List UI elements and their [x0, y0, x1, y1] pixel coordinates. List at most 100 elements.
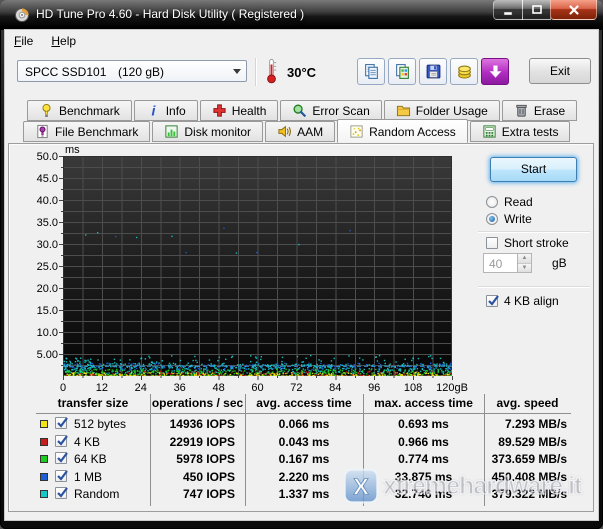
avg-speed-value: 89.529 MB/s [484, 435, 567, 449]
ops-value: 450 IOPS [150, 470, 235, 484]
tab-error-scan[interactable]: Error Scan [280, 100, 381, 121]
drive-capacity: (120 gB) [118, 65, 164, 79]
svg-text:24: 24 [135, 382, 147, 394]
copy-text-button[interactable] [357, 58, 385, 85]
read-option[interactable]: Read [486, 195, 533, 209]
app-window: HD Tune Pro 4.60 - Hard Disk Utility ( R… [0, 0, 603, 529]
max-access-value: 0.693 ms [363, 417, 484, 431]
options-button[interactable] [450, 58, 478, 85]
chevron-down-icon [233, 69, 241, 74]
title-bar[interactable]: HD Tune Pro 4.60 - Hard Disk Utility ( R… [0, 0, 603, 30]
tab-row-1: BenchmarkiInfo Health Error Scan Folder Usa… [27, 100, 577, 121]
avg-speed-value: 450.408 MB/s [484, 470, 567, 484]
tab-aam[interactable]: AAM [265, 121, 335, 142]
tab-label: Disk monitor [184, 125, 251, 139]
avg-access-value: 0.043 ms [245, 435, 363, 449]
close-button[interactable] [550, 0, 597, 20]
series-color-swatch [40, 473, 48, 481]
tab-label: Health [232, 104, 267, 118]
separator [478, 231, 590, 233]
save-button[interactable] [419, 58, 447, 85]
svg-text:30.0: 30.0 [37, 239, 58, 251]
table-row-4-kb: 4 KB22919 IOPS0.043 ms0.966 ms89.529 MB/… [9, 434, 595, 451]
tab-folder-usage[interactable]: Folder Usage [384, 100, 500, 121]
options-icon [456, 63, 473, 80]
drive-model: SPCC SSD101 [25, 65, 106, 79]
short-stroke-checkbox[interactable] [486, 237, 498, 249]
tab-health[interactable]: Health [200, 100, 279, 121]
folder-usage-icon [396, 103, 411, 118]
avg-speed-value: 7.293 MB/s [484, 417, 567, 431]
maximize-button[interactable] [522, 0, 551, 20]
svg-text:60: 60 [251, 382, 263, 394]
write-option[interactable]: Write [486, 212, 532, 226]
minimize-icon [501, 3, 515, 17]
spin-down-icon[interactable]: ▼ [518, 264, 531, 273]
write-label: Write [504, 212, 532, 226]
max-access-value: 33.875 ms [363, 470, 484, 484]
drive-selector[interactable]: SPCC SSD101 (120 gB) [17, 60, 247, 82]
benchmark-icon [39, 103, 54, 118]
short-stroke-option[interactable]: Short stroke [486, 236, 569, 250]
write-radio[interactable] [486, 213, 498, 225]
read-radio[interactable] [486, 196, 498, 208]
tab-benchmark[interactable]: Benchmark [27, 100, 132, 121]
disk-monitor-icon [164, 124, 179, 139]
svg-text:50.0: 50.0 [37, 151, 58, 163]
series-checkbox[interactable] [55, 470, 67, 482]
transfer-size-label: Random [74, 487, 119, 501]
tab-label: AAM [297, 125, 323, 139]
svg-text:120gB: 120gB [436, 382, 468, 394]
series-color-swatch [40, 420, 48, 428]
ops-value: 747 IOPS [150, 487, 235, 501]
series-checkbox[interactable] [55, 487, 67, 499]
align-option[interactable]: 4 KB align [486, 294, 559, 308]
toolbar-buttons [357, 58, 509, 85]
svg-text:40.0: 40.0 [37, 195, 58, 207]
spinner-buttons: ▲ ▼ [517, 253, 532, 273]
spin-up-icon[interactable]: ▲ [518, 254, 531, 264]
avg-access-value: 0.167 ms [245, 452, 363, 466]
maximize-icon [530, 3, 544, 17]
capacity-input[interactable]: 40 [483, 253, 517, 273]
menu-help[interactable]: Help [42, 30, 85, 52]
avg-speed-value: 379.322 MB/s [484, 487, 567, 501]
align-checkbox[interactable] [486, 295, 498, 307]
column-header: operations / sec [150, 396, 245, 410]
tab-row-2: File Benchmark Disk monitor AAM Random Acce… [23, 121, 570, 143]
close-icon [566, 3, 582, 17]
short-stroke-label: Short stroke [504, 236, 569, 250]
svg-text:0: 0 [60, 382, 66, 394]
align-label: 4 KB align [504, 294, 559, 308]
update-button[interactable] [481, 58, 509, 85]
start-button[interactable]: Start [490, 157, 577, 182]
transfer-size-label: 1 MB [74, 470, 102, 484]
max-access-value: 0.966 ms [363, 435, 484, 449]
svg-text:20.0: 20.0 [37, 283, 58, 295]
series-checkbox[interactable] [55, 417, 67, 429]
exit-button[interactable]: Exit [529, 58, 591, 84]
tab-erase[interactable]: Erase [502, 100, 577, 121]
tab-file-benchmark[interactable]: File Benchmark [23, 121, 150, 142]
aam-icon [277, 124, 292, 139]
tab-random-access[interactable]: Random Access [337, 119, 468, 143]
tab-extra-tests[interactable]: Extra tests [470, 121, 571, 142]
svg-text:45.0: 45.0 [37, 173, 58, 185]
avg-access-value: 2.220 ms [245, 470, 363, 484]
tab-info[interactable]: iInfo [134, 100, 198, 121]
tab-label: File Benchmark [55, 125, 138, 139]
capacity-spinner[interactable]: 40 ▲ ▼ [483, 253, 532, 273]
tab-label: Error Scan [312, 104, 369, 118]
separator [478, 286, 590, 288]
minimize-button[interactable] [493, 0, 523, 20]
tab-disk-monitor[interactable]: Disk monitor [152, 121, 263, 142]
series-checkbox[interactable] [55, 452, 67, 464]
svg-text:25.0: 25.0 [37, 261, 58, 273]
thermometer-icon [265, 58, 278, 89]
series-checkbox[interactable] [55, 435, 67, 447]
capacity-unit: gB [552, 256, 567, 270]
copy-image-button[interactable] [388, 58, 416, 85]
menu-file[interactable]: File [5, 30, 42, 52]
series-color-swatch [40, 490, 48, 498]
transfer-size-label: 512 bytes [74, 417, 126, 431]
